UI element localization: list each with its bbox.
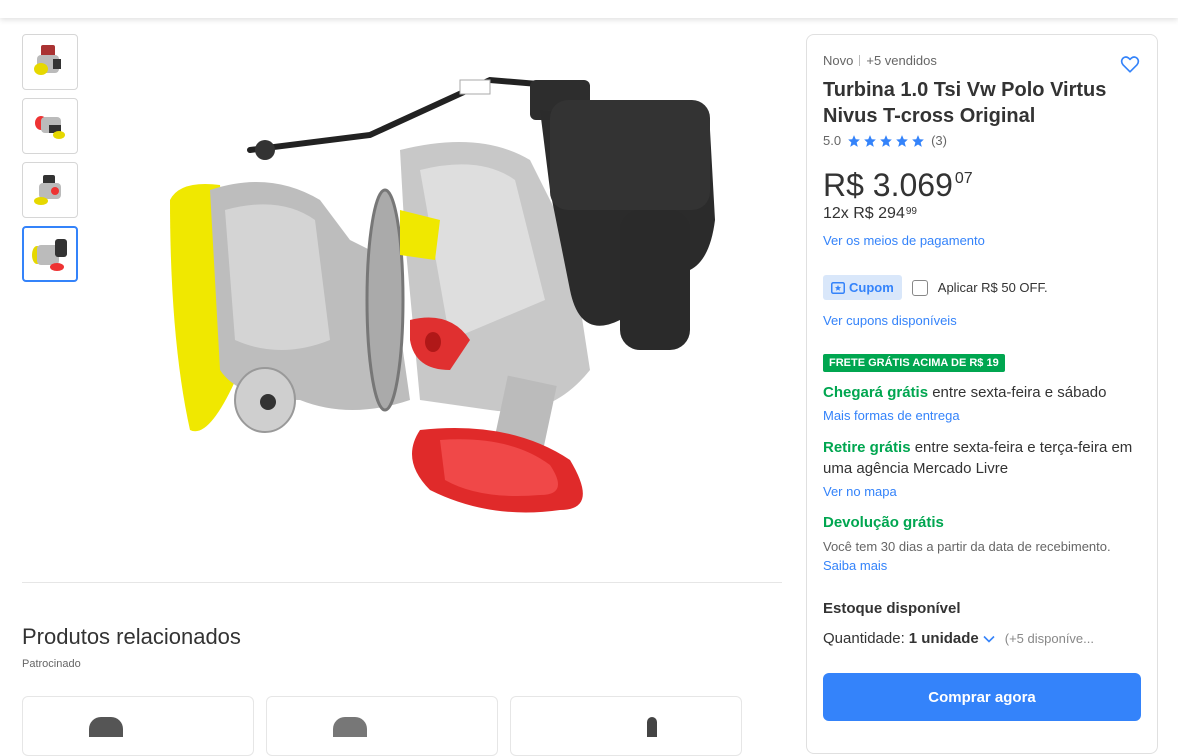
return-policy-text: Você tem 30 dias a partir da data de rec…	[823, 539, 1111, 554]
related-products-title: Produtos relacionados	[22, 624, 241, 649]
product-main-image[interactable]	[150, 40, 750, 540]
sponsored-label: Patrocinado	[22, 658, 81, 670]
related-product-image	[89, 717, 123, 737]
thumbnail-1[interactable]	[22, 34, 78, 90]
price-main: R$ 3.069	[823, 167, 953, 203]
related-product-card[interactable]	[510, 696, 742, 756]
quantity-selector[interactable]: Quantidade: 1 unidade (+5 disponíve...	[823, 630, 1094, 647]
apply-coupon-checkbox[interactable]	[911, 279, 928, 296]
top-navbar	[0, 0, 1178, 18]
apply-coupon-label[interactable]: Aplicar R$ 50 OFF.	[938, 280, 1048, 295]
star-icon	[880, 134, 892, 147]
arrival-dates: entre sexta-feira e sábado	[928, 384, 1107, 401]
installments-cents: 99	[905, 206, 917, 217]
pickup-info: Retire grátis entre sexta-feira e terça-…	[823, 437, 1148, 479]
coupon-tag: Cupom	[823, 275, 902, 300]
installments: 12x R$ 294 99	[823, 205, 917, 223]
star-icon	[896, 134, 908, 147]
section-divider	[22, 582, 782, 583]
stock-status: Estoque disponível	[823, 600, 961, 617]
price: R$ 3.069 07	[823, 165, 973, 205]
installments-main: 12x R$ 294	[823, 205, 905, 222]
heart-icon[interactable]	[1119, 53, 1141, 75]
more-delivery-link[interactable]: Mais formas de entrega	[823, 408, 960, 423]
related-product-image	[333, 717, 367, 737]
related-product-image	[647, 717, 657, 737]
thumbnail-1-image	[34, 45, 61, 75]
view-coupons-link[interactable]: Ver cupons disponíveis	[823, 313, 957, 328]
related-product-card[interactable]	[22, 696, 254, 756]
thumbnail-4-image	[32, 239, 67, 271]
coupon-row: Cupom Aplicar R$ 50 OFF.	[823, 275, 1048, 300]
thumbnail-2[interactable]	[22, 98, 78, 154]
rating-stars	[847, 134, 925, 148]
quantity-available: (+5 disponíve...	[1004, 631, 1094, 646]
arrival-free-label: Chegará grátis	[823, 384, 929, 401]
sold-count: +5 vendidos	[866, 53, 937, 68]
thumbnail-4[interactable]	[22, 226, 78, 282]
separator	[859, 55, 861, 66]
free-shipping-badge: FRETE GRÁTIS ACIMA DE R$ 19	[823, 354, 1005, 372]
rating-row[interactable]: 5.0 (3)	[823, 133, 947, 148]
thumbnail-gallery	[22, 34, 78, 290]
quantity-label: Quantidade:	[823, 630, 905, 647]
star-icon	[912, 134, 924, 147]
thumbnail-3-image	[34, 175, 61, 205]
rating-count: (3)	[931, 133, 947, 148]
view-map-link[interactable]: Ver no mapa	[823, 484, 897, 499]
buy-now-button[interactable]: Comprar agora	[823, 673, 1141, 721]
thumbnail-2-image	[35, 116, 65, 139]
quantity-value: 1 unidade	[908, 630, 979, 647]
rating-value: 5.0	[823, 133, 842, 148]
star-icon	[864, 134, 876, 147]
thumbnail-3[interactable]	[22, 162, 78, 218]
learn-more-link[interactable]: Saiba mais	[823, 558, 887, 573]
coupon-tag-label: Cupom	[849, 280, 894, 295]
pickup-free-label: Retire grátis	[823, 439, 911, 456]
buy-box: Novo +5 vendidos Turbina 1.0 Tsi Vw Polo…	[806, 34, 1158, 754]
chevron-down-icon	[983, 635, 995, 643]
related-product-card[interactable]	[266, 696, 498, 756]
condition-label: Novo	[823, 53, 854, 68]
coupon-icon	[831, 281, 845, 294]
condition-row: Novo +5 vendidos	[823, 53, 937, 68]
arrival-info: Chegará grátis entre sexta-feira e sábad…	[823, 382, 1148, 403]
star-icon	[848, 134, 860, 147]
price-cents: 07	[954, 170, 973, 187]
payment-methods-link[interactable]: Ver os meios de pagamento	[823, 233, 985, 248]
free-return-title: Devolução grátis	[823, 514, 944, 531]
product-title: Turbina 1.0 Tsi Vw Polo Virtus Nivus T-c…	[823, 79, 1107, 127]
